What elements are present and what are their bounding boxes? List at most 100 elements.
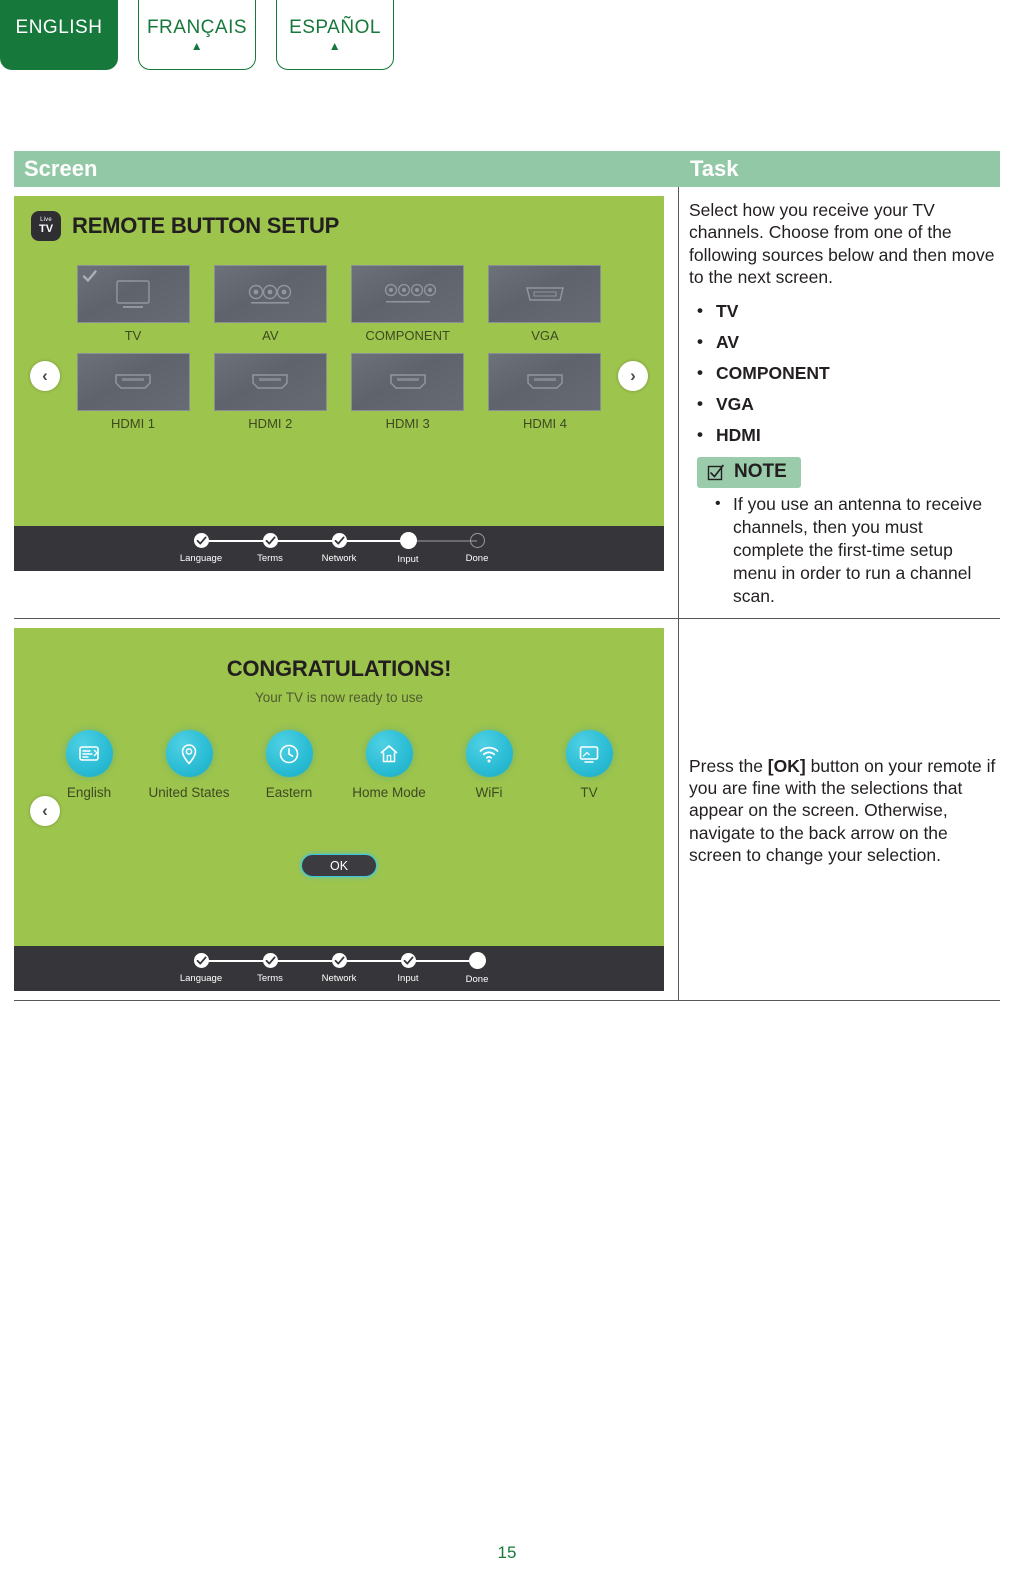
screen-cell-remote-button-setup: Live TV REMOTE BUTTON SETUP TV AV COMPON… — [14, 187, 678, 618]
step-input[interactable]: Input — [374, 952, 477, 984]
tv-screen-congratulations: CONGRATULATIONS! Your TV is now ready to… — [14, 628, 664, 992]
input-tile-vga[interactable]: VGA — [486, 265, 604, 343]
input-tile-hdmi-2-label: HDMI 2 — [248, 416, 293, 431]
step-network[interactable]: Network — [305, 952, 408, 984]
list-item: COMPONENT — [689, 358, 996, 389]
summary-item-mode[interactable]: Home Mode — [344, 730, 434, 800]
step-network-label: Network — [321, 972, 357, 984]
step-connector — [201, 959, 270, 962]
component-jacks-icon — [384, 283, 436, 303]
step-input-dot — [399, 531, 417, 549]
screen-title: REMOTE BUTTON SETUP — [72, 213, 340, 238]
language-tab-espanol-label: ESPAÑOL — [289, 16, 381, 38]
task-description: Select how you receive your TV channels.… — [689, 200, 995, 288]
list-item: HDMI — [689, 420, 996, 451]
summary-item-input-label: TV — [580, 785, 598, 801]
input-tile-hdmi-4[interactable]: HDMI 4 — [486, 353, 604, 431]
hdmi-port-icon — [115, 374, 151, 389]
input-tile-hdmi-1[interactable]: HDMI 1 — [74, 353, 192, 431]
step-language-dot — [193, 952, 209, 968]
list-item: TV — [689, 296, 996, 327]
step-connector — [270, 539, 339, 542]
step-terms-dot — [262, 952, 278, 968]
step-network[interactable]: Network — [305, 532, 408, 564]
step-language[interactable]: Language — [167, 952, 270, 984]
summary-item-language-label: English — [66, 785, 112, 801]
step-connector — [339, 539, 408, 542]
step-connector — [339, 959, 408, 962]
list-item: VGA — [689, 389, 996, 420]
tv-icon — [565, 730, 613, 778]
step-network-dot — [331, 952, 347, 968]
previous-arrow-button[interactable]: ‹ — [30, 796, 60, 827]
setup-progress-bar: Language Terms Network Input Done — [14, 526, 664, 571]
input-tile-av[interactable]: AV — [211, 265, 329, 343]
input-source-tile-row-1: TV AV COMPONENT VGA — [74, 265, 604, 343]
input-source-list: TV AV COMPONENT VGA HDMI — [689, 296, 996, 452]
summary-item-timezone-label: Eastern — [265, 785, 313, 801]
tv-icon — [116, 280, 150, 308]
previous-arrow-button[interactable]: ‹ — [30, 361, 60, 391]
setup-progress-bar: Language Terms Network Input Done — [14, 946, 664, 992]
input-tile-hdmi-3[interactable]: HDMI 3 — [349, 353, 467, 431]
note-badge-label: NOTE — [734, 461, 787, 483]
screen-task-table: Screen Task Live TV REMOTE BUTTON SETUP — [14, 151, 1000, 1002]
column-header-screen: Screen — [24, 156, 98, 181]
input-tile-hdmi-3-thumb — [351, 353, 465, 411]
step-done[interactable]: Done — [443, 532, 512, 564]
input-tile-hdmi-4-label: HDMI 4 — [522, 416, 568, 431]
summary-item-network[interactable]: WiFi — [444, 730, 534, 800]
caret-up-icon: ▲ — [190, 38, 204, 53]
input-tile-vga-thumb — [488, 265, 602, 323]
tv-screen-remote-button-setup: Live TV REMOTE BUTTON SETUP TV AV COMPON… — [14, 196, 664, 571]
step-terms[interactable]: Terms — [236, 952, 339, 984]
ok-key-label: [OK] — [767, 755, 806, 776]
summary-item-country[interactable]: United States — [144, 730, 234, 800]
screen-title-row: Live TV REMOTE BUTTON SETUP — [14, 196, 664, 241]
step-input-label: Input — [397, 972, 419, 984]
table-header-row: Screen Task — [14, 151, 1000, 187]
input-tile-component[interactable]: COMPONENT — [349, 265, 467, 343]
ok-button[interactable]: OK — [301, 854, 377, 878]
vga-port-icon — [526, 287, 564, 301]
next-arrow-button[interactable]: › — [618, 361, 648, 391]
language-tab-francais[interactable]: FRANÇAIS ▲ — [138, 0, 256, 70]
summary-item-input[interactable]: TV — [544, 730, 634, 800]
step-connector — [408, 539, 477, 542]
step-done[interactable]: Done — [443, 951, 512, 985]
input-tile-tv-thumb — [76, 265, 190, 323]
summary-item-language[interactable]: English — [44, 730, 134, 800]
step-connector — [270, 959, 339, 962]
step-input[interactable]: Input — [374, 531, 477, 565]
hdmi-port-icon — [389, 374, 426, 389]
input-tile-vga-label: VGA — [531, 328, 559, 343]
summary-item-timezone[interactable]: Eastern — [244, 730, 334, 800]
input-source-tiles: TV AV COMPONENT VGA HDMI 1 HDMI 2 HDMI 3… — [14, 265, 664, 431]
wifi-icon — [465, 730, 513, 778]
home-icon — [365, 730, 413, 778]
clock-icon — [265, 730, 313, 778]
list-item: If you use an antenna to receive channel… — [711, 493, 996, 608]
live-tv-icon: Live TV — [31, 211, 61, 241]
input-tile-component-label: COMPONENT — [365, 328, 450, 343]
setup-stepper: Language Terms Network Input Done — [167, 531, 512, 565]
congratulations-subtitle: Your TV is now ready to use — [254, 690, 424, 706]
input-tile-tv-label: TV — [124, 328, 142, 343]
list-item: AV — [689, 327, 996, 358]
language-tab-espanol[interactable]: ESPAÑOL ▲ — [276, 0, 394, 70]
task-text-before: Press the — [689, 755, 768, 776]
checkmark-icon — [82, 269, 97, 284]
task-cell-confirm-selection: Press the [OK] button on your remote if … — [678, 619, 1000, 1001]
step-language[interactable]: Language — [167, 532, 270, 564]
page-number: 15 — [497, 1543, 517, 1562]
input-tile-hdmi-1-thumb — [76, 353, 190, 411]
input-tile-hdmi-4-thumb — [488, 353, 602, 411]
input-tile-hdmi-2[interactable]: HDMI 2 — [211, 353, 329, 431]
setup-summary-row: English United States Eastern Home Mode … — [14, 730, 664, 800]
table-row: CONGRATULATIONS! Your TV is now ready to… — [14, 619, 1000, 1002]
input-tile-tv[interactable]: TV — [74, 265, 192, 343]
language-tab-english[interactable]: ENGLISH ▲ — [0, 0, 118, 70]
step-terms[interactable]: Terms — [236, 532, 339, 564]
table-row: Live TV REMOTE BUTTON SETUP TV AV COMPON… — [14, 187, 1000, 620]
task-description: Press the [OK] button on your remote if … — [689, 755, 996, 867]
